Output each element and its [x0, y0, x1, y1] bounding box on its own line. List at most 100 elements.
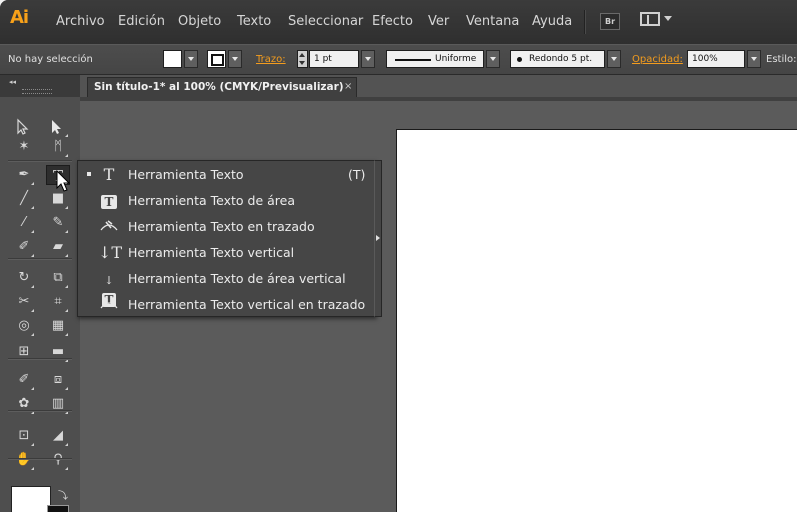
submenu-corner-icon	[65, 254, 68, 257]
fill-color-swatch[interactable]	[163, 50, 182, 68]
brush-dropdown[interactable]	[607, 50, 621, 68]
workspace-layout-icon[interactable]	[640, 12, 676, 29]
menu-seleccionar[interactable]: Seleccionar	[288, 14, 363, 29]
flyout-item-vertical-type-tool[interactable]: ↓T Herramienta Texto vertical	[78, 240, 375, 266]
stroke-profile-label: Uniforme	[435, 54, 477, 64]
shape-builder-tool-icon[interactable]: ◎	[12, 316, 36, 336]
menu-objeto[interactable]: Objeto	[178, 14, 221, 29]
menu-ver[interactable]: Ver	[428, 14, 449, 29]
submenu-corner-icon	[31, 443, 34, 446]
style-label: Estilo:	[766, 54, 797, 65]
submenu-corner-icon	[31, 206, 34, 209]
submenu-corner-icon	[31, 230, 34, 233]
blob-brush-tool-icon[interactable]: ✐	[12, 237, 36, 257]
flyout-item-type-on-path-tool[interactable]: Herramienta Texto en trazado	[78, 214, 375, 240]
stroke-swatch[interactable]	[47, 505, 69, 512]
submenu-corner-icon	[65, 411, 68, 414]
menubar-divider	[584, 10, 585, 34]
panel-grip[interactable]	[22, 89, 52, 94]
flyout-item-vertical-area-type-tool[interactable]: ↓T Herramienta Texto de área vertical	[78, 266, 375, 307]
menu-texto[interactable]: Texto	[237, 14, 271, 29]
direct-selection-tool-icon[interactable]	[46, 117, 70, 137]
toolbar-divider	[8, 358, 72, 359]
artboard[interactable]	[396, 129, 797, 512]
submenu-corner-icon	[31, 309, 34, 312]
magic-wand-tool-icon[interactable]: ✶	[12, 137, 36, 157]
lasso-tool-icon[interactable]: ᛗ	[46, 137, 70, 157]
opacity-dropdown[interactable]	[747, 50, 761, 68]
submenu-corner-icon	[65, 285, 68, 288]
flyout-item-label: Herramienta Texto de área vertical	[128, 271, 346, 286]
flyout-item-area-type-tool[interactable]: T Herramienta Texto de área	[78, 188, 375, 214]
stroke-profile-field[interactable]: Uniforme	[386, 50, 484, 68]
collapse-icon[interactable]: ◂◂	[9, 78, 16, 86]
toolbar-divider	[8, 160, 72, 161]
stroke-color-swatch[interactable]	[207, 50, 226, 68]
type-on-path-tool-icon	[98, 218, 120, 236]
scale-tool-icon[interactable]: ⧉	[46, 268, 70, 288]
line-segment-tool-icon[interactable]: ╱	[12, 189, 36, 209]
swap-fill-stroke-icon[interactable]: ⤵	[58, 487, 68, 502]
submenu-corner-icon	[65, 206, 68, 209]
stroke-weight-field[interactable]: 1 pt	[309, 50, 359, 68]
zoom-tool-icon[interactable]: ⚲	[46, 450, 70, 470]
width-tool-icon[interactable]: ✂	[12, 292, 36, 312]
menu-efecto[interactable]: Efecto	[372, 14, 413, 29]
mouse-cursor-icon	[56, 170, 71, 192]
document-tab[interactable]: Sin título-1* al 100% (CMYK/Previsualiza…	[87, 77, 357, 97]
fill-dropdown[interactable]	[184, 50, 198, 68]
brush-label: Redondo 5 pt.	[529, 54, 593, 64]
hand-tool-icon[interactable]: ✋	[12, 450, 36, 470]
bridge-button[interactable]: Br	[600, 13, 620, 30]
mesh-tool-icon[interactable]: ⊞	[12, 342, 36, 362]
selection-tool-icon[interactable]	[12, 117, 36, 137]
submenu-corner-icon	[65, 443, 68, 446]
submenu-corner-icon	[65, 359, 68, 362]
rotate-tool-icon[interactable]: ↻	[12, 268, 36, 288]
submenu-corner-icon	[31, 387, 34, 390]
brush-field[interactable]: Redondo 5 pt.	[510, 50, 605, 68]
illustrator-window: Ai Archivo Edición Objeto Texto Seleccio…	[0, 0, 797, 512]
gradient-tool-icon[interactable]: ▬	[46, 342, 70, 362]
opacity-label[interactable]: Opacidad:	[632, 54, 683, 65]
stroke-line-icon	[395, 59, 431, 61]
eraser-tool-icon[interactable]: ▰	[46, 237, 70, 257]
menu-archivo[interactable]: Archivo	[56, 14, 105, 29]
slice-tool-icon[interactable]: ◢	[46, 426, 70, 446]
flyout-item-type-tool[interactable]: T Herramienta Texto (T)	[78, 162, 375, 188]
flyout-item-vertical-type-on-path-tool[interactable]: Herramienta Texto vertical en trazado	[78, 292, 375, 318]
pen-tool-icon[interactable]: ✒	[12, 165, 36, 185]
stroke-profile-dropdown[interactable]	[486, 50, 500, 68]
flyout-item-label: Herramienta Texto de área	[128, 193, 295, 208]
stroke-label[interactable]: Trazo:	[256, 54, 286, 65]
column-graph-tool-icon[interactable]: ▥	[46, 394, 70, 414]
tearoff-arrow-icon[interactable]	[374, 160, 382, 317]
stroke-dropdown[interactable]	[228, 50, 242, 68]
artboard-tool-icon[interactable]: ⊡	[12, 426, 36, 446]
close-icon[interactable]: ×	[344, 81, 352, 92]
submenu-corner-icon	[65, 230, 68, 233]
blend-tool-icon[interactable]: ⧈	[46, 370, 70, 390]
toolbar-divider	[8, 458, 72, 459]
stroke-weight-stepper[interactable]	[297, 50, 308, 68]
flyout-item-label: Herramienta Texto	[128, 167, 244, 182]
menu-ayuda[interactable]: Ayuda	[532, 14, 572, 29]
paintbrush-tool-icon[interactable]: ⁄	[12, 213, 36, 233]
opacity-field[interactable]: 100%	[687, 50, 745, 68]
toolbar-divider	[8, 258, 72, 259]
perspective-grid-tool-icon[interactable]: ▦	[46, 316, 70, 336]
menubar: Ai Archivo Edición Objeto Texto Seleccio…	[0, 0, 797, 44]
flyout-item-shortcut: (T)	[348, 167, 366, 182]
submenu-corner-icon	[65, 387, 68, 390]
menu-edicion[interactable]: Edición	[118, 14, 165, 29]
brush-dot-icon	[517, 57, 522, 62]
eyedropper-tool-icon[interactable]: ✐	[12, 370, 36, 390]
fill-swatch[interactable]	[11, 486, 51, 512]
pencil-tool-icon[interactable]: ✎	[46, 213, 70, 233]
tools-panel-header[interactable]: ◂◂	[0, 75, 80, 97]
symbol-sprayer-tool-icon[interactable]: ✿	[12, 394, 36, 414]
menu-ventana[interactable]: Ventana	[466, 14, 519, 29]
stroke-weight-dropdown[interactable]	[361, 50, 375, 68]
free-transform-tool-icon[interactable]: ⌗	[46, 292, 70, 312]
type-tools-flyout: T Herramienta Texto (T) T Herramienta Te…	[77, 160, 376, 317]
